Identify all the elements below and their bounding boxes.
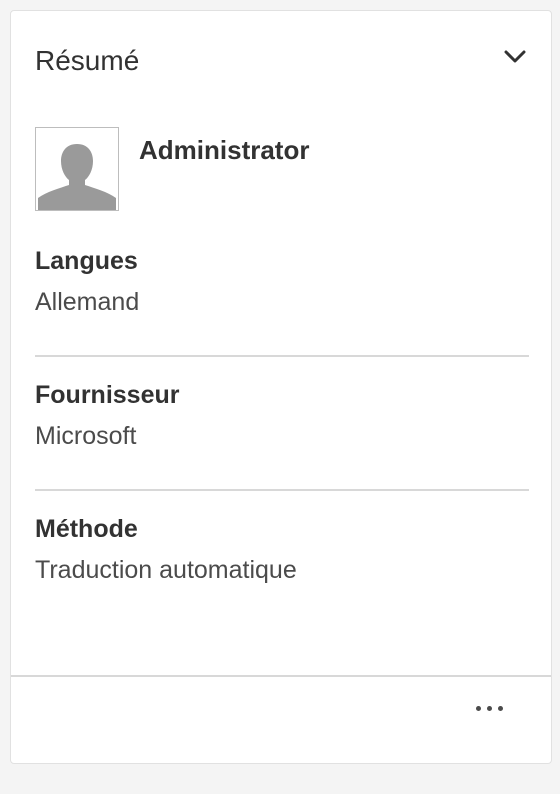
more-options-button[interactable] (467, 693, 511, 723)
field-label: Langues (35, 247, 138, 275)
field-languages: Langues Allemand (35, 245, 529, 319)
field-value: Traduction automatique (35, 556, 297, 584)
field-value: Microsoft (35, 422, 137, 450)
user-name: Administrator (139, 135, 310, 165)
divider (35, 355, 529, 357)
divider (35, 489, 529, 491)
avatar (35, 127, 119, 211)
collapse-button[interactable] (501, 45, 529, 69)
field-label: Fournisseur (35, 381, 180, 409)
card-title: Résumé (35, 45, 140, 76)
card-header: Résumé (11, 11, 551, 111)
field-method: Méthode Traduction automatique (35, 513, 529, 587)
footer-divider (11, 675, 551, 677)
more-options-icon (473, 705, 506, 711)
field-provider: Fournisseur Microsoft (35, 379, 529, 453)
field-value: Allemand (35, 288, 140, 316)
chevron-down-icon (504, 50, 526, 63)
summary-card: Résumé Administrator Langues Allemand Fo… (10, 10, 552, 764)
user-silhouette-icon (36, 128, 118, 210)
field-label: Méthode (35, 515, 138, 543)
